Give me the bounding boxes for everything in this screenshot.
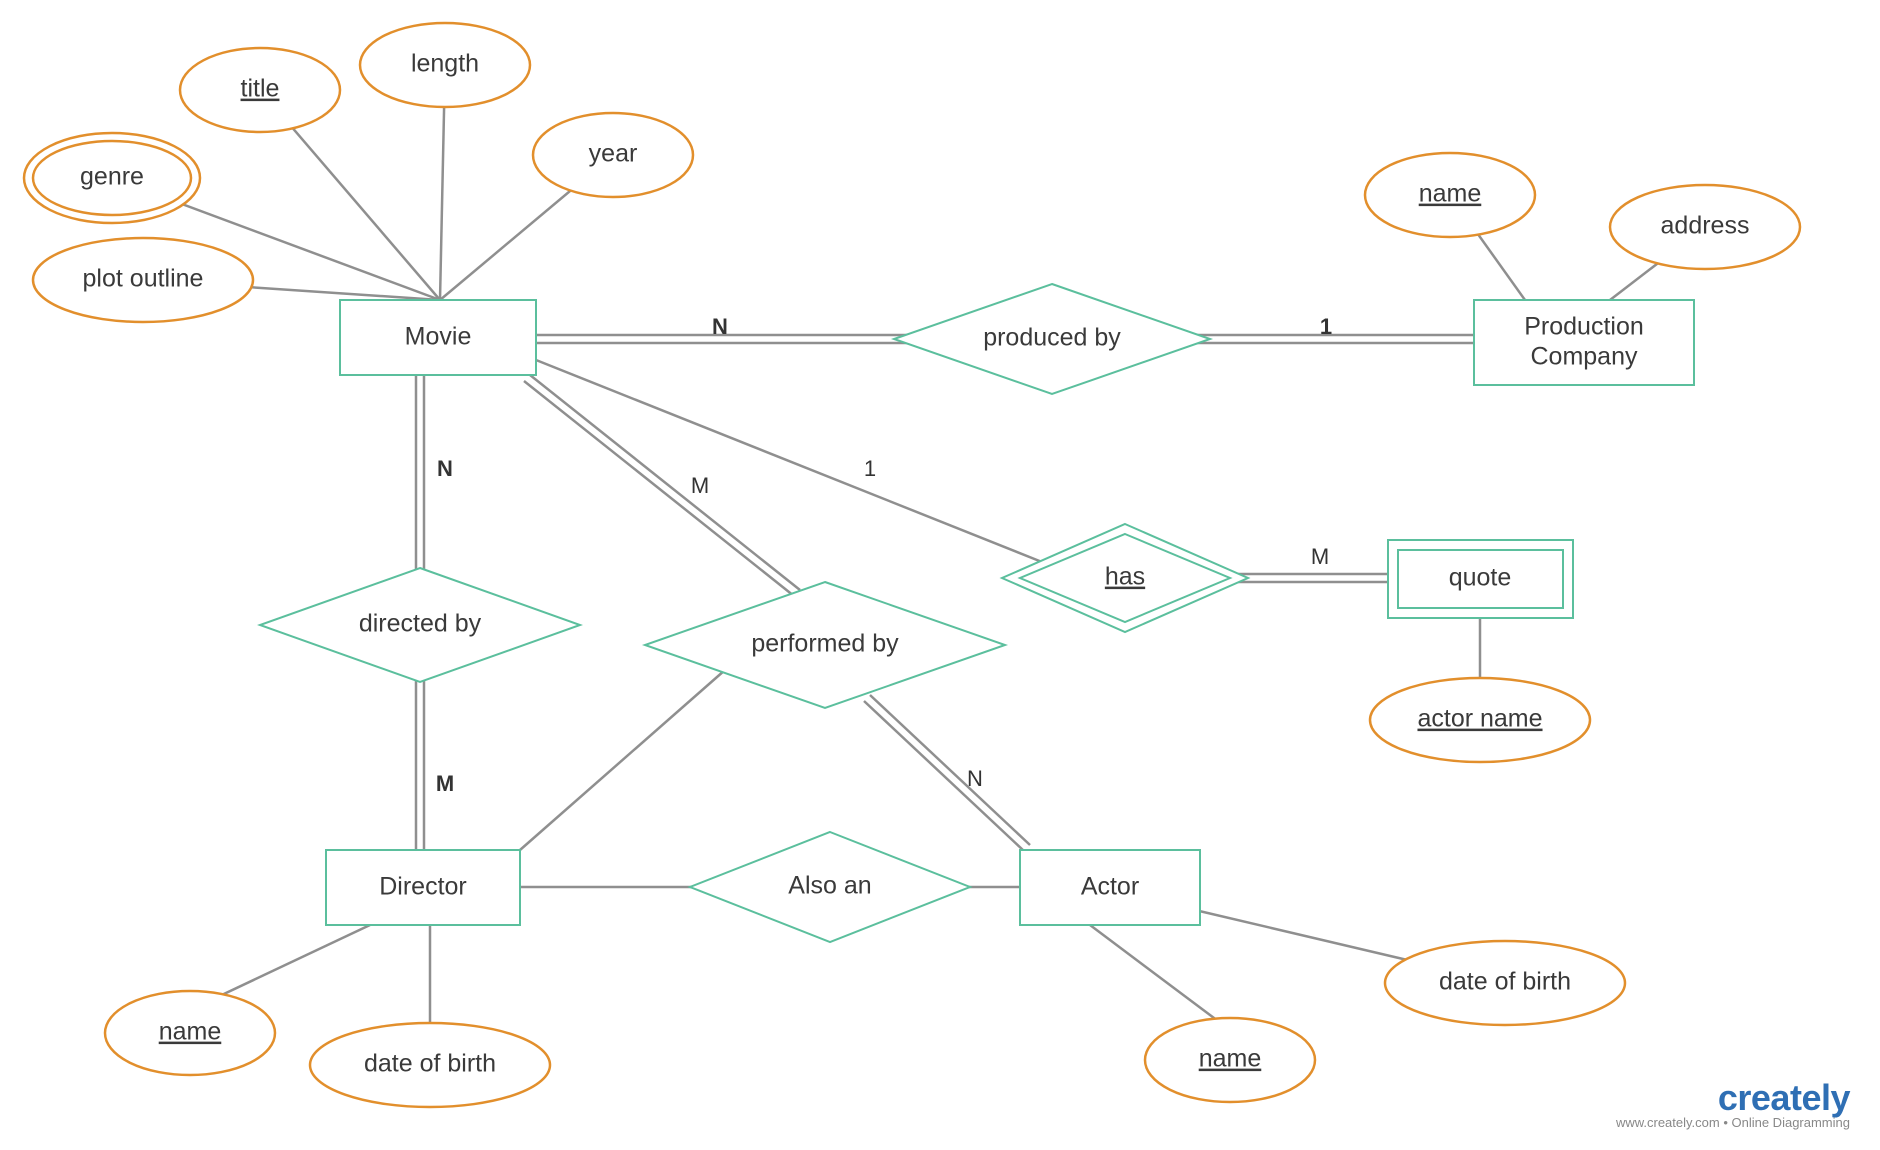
entity-movie: Movie: [340, 300, 536, 375]
svg-text:date of birth: date of birth: [364, 1050, 496, 1078]
svg-text:name: name: [1199, 1045, 1262, 1073]
rel-directed-by: directed by: [260, 568, 580, 682]
svg-text:name: name: [159, 1018, 222, 1046]
card-movie-performedby: M: [691, 473, 709, 498]
svg-text:actor name: actor name: [1417, 705, 1542, 733]
attr-movie-genre: genre: [24, 133, 200, 223]
watermark: creately www.creately.com • Online Diagr…: [1616, 1077, 1850, 1130]
watermark-subtitle: www.creately.com • Online Diagramming: [1616, 1115, 1850, 1130]
conn-performedby-actor-b: [864, 701, 1024, 851]
conn-performedby-actor-a: [870, 695, 1030, 845]
svg-text:quote: quote: [1449, 564, 1512, 592]
attr-movie-length: length: [360, 23, 530, 107]
svg-text:genre: genre: [80, 163, 144, 191]
entity-actor: Actor: [1020, 850, 1200, 925]
svg-text:Production: Production: [1524, 313, 1644, 341]
svg-text:produced by: produced by: [983, 324, 1121, 352]
rel-produced-by: produced by: [894, 284, 1210, 394]
er-diagram: genre plot outline title length year nam…: [0, 0, 1880, 1150]
svg-text:directed by: directed by: [359, 610, 482, 638]
attr-movie-title: title: [180, 48, 340, 132]
svg-text:Company: Company: [1531, 343, 1638, 371]
entity-production-company: Production Company: [1474, 300, 1694, 385]
svg-text:Also an: Also an: [788, 872, 871, 900]
attr-quote-actor-name: actor name: [1370, 678, 1590, 762]
attr-prodco-name: name: [1365, 153, 1535, 237]
svg-text:has: has: [1105, 563, 1145, 591]
rel-performed-by: performed by: [645, 582, 1005, 708]
attr-director-name: name: [105, 991, 275, 1075]
card-director-directedby: M: [436, 771, 454, 796]
svg-text:address: address: [1661, 212, 1750, 240]
entity-director: Director: [326, 850, 520, 925]
card-movie-producedby: N: [712, 314, 728, 339]
svg-text:Movie: Movie: [405, 323, 472, 351]
conn-movie-performedby-b: [524, 381, 794, 596]
conn-actor-name: [1090, 925, 1230, 1030]
svg-text:title: title: [241, 75, 280, 103]
attr-prodco-address: address: [1610, 185, 1800, 269]
svg-text:date of birth: date of birth: [1439, 968, 1571, 996]
svg-text:length: length: [411, 50, 479, 78]
conn-movie-performedby-a: [530, 375, 800, 590]
watermark-brand: creately: [1616, 1077, 1850, 1119]
svg-text:name: name: [1419, 180, 1482, 208]
card-prodco-producedby: 1: [1320, 314, 1332, 339]
attr-movie-year: year: [533, 113, 693, 197]
card-movie-directedby: N: [437, 456, 453, 481]
svg-text:performed by: performed by: [751, 630, 899, 658]
rel-also-an: Also an: [690, 832, 970, 942]
rel-has: has: [1002, 524, 1248, 632]
card-quote-has: M: [1311, 544, 1329, 569]
entity-quote: quote: [1388, 540, 1573, 618]
svg-text:Actor: Actor: [1081, 873, 1139, 901]
svg-text:plot outline: plot outline: [83, 265, 204, 293]
attr-actor-name: name: [1145, 1018, 1315, 1102]
svg-text:year: year: [589, 140, 638, 168]
attr-movie-plot-outline: plot outline: [33, 238, 253, 322]
card-actor-performedby: N: [967, 766, 983, 791]
attr-director-dob: date of birth: [310, 1023, 550, 1107]
attr-actor-dob: date of birth: [1385, 941, 1625, 1025]
conn-performedby-director: [520, 670, 725, 850]
card-movie-has: 1: [864, 456, 876, 481]
conn-movie-has: [536, 360, 1042, 562]
svg-text:Director: Director: [379, 873, 467, 901]
